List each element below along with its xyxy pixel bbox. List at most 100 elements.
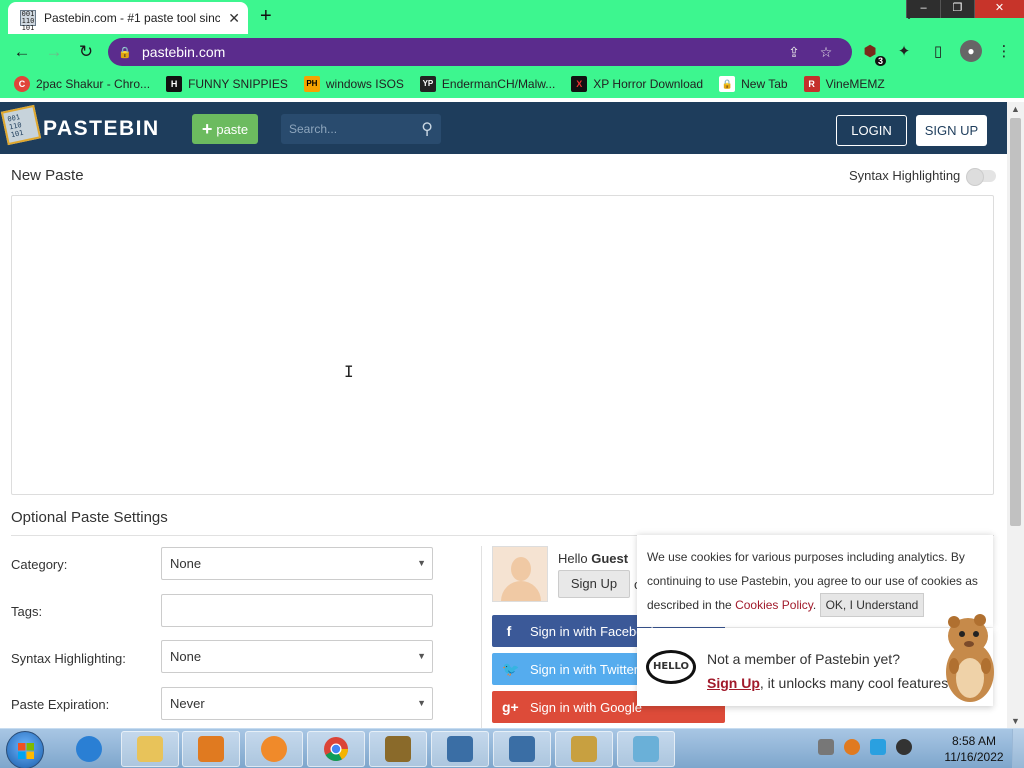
toggle-switch[interactable] — [966, 167, 997, 186]
taskbar-clock[interactable]: 8:58 AM 11/16/2022 — [944, 733, 1004, 765]
paste-button-label: paste — [216, 121, 249, 137]
volume-icon[interactable] — [896, 739, 912, 755]
menu-kebab-icon[interactable]: ⋮ — [992, 42, 1016, 60]
plus-icon: + — [201, 118, 213, 139]
bookmark-xp-horror[interactable]: X XP Horror Download — [571, 76, 703, 92]
address-bar[interactable]: 🔒 pastebin.com ⇪ ☆ — [108, 38, 852, 66]
tray-app-icon[interactable] — [818, 739, 834, 755]
ph-logo-icon: PH — [303, 76, 320, 92]
page-scrollbar[interactable]: ▲ ▼ — [1007, 102, 1024, 728]
url-text[interactable]: pastebin.com — [142, 44, 778, 60]
category-select[interactable]: None ▼ — [161, 547, 433, 580]
chrome-icon — [324, 737, 348, 762]
extension-icon[interactable]: ⬢ 3 — [858, 42, 886, 66]
paste-textarea[interactable] — [11, 195, 994, 495]
new-paste-button[interactable]: + paste — [192, 114, 258, 144]
windows-taskbar: 8:58 AM 11/16/2022 — [0, 728, 1024, 768]
new-tab-icon[interactable]: + — [260, 5, 272, 27]
close-tab-icon[interactable]: ✕ — [228, 10, 240, 27]
box-app-icon — [385, 736, 411, 762]
member-signup-link[interactable]: Sign Up — [707, 675, 760, 691]
h-logo-icon: H — [166, 76, 183, 92]
internet-explorer-icon — [76, 736, 102, 762]
bookmark-star-icon[interactable]: ☆ — [810, 44, 842, 61]
guest-signup-button[interactable]: Sign Up — [558, 570, 630, 598]
lock-page-icon: 🔒 — [719, 76, 736, 92]
x-logo-icon: X — [571, 76, 588, 92]
taskbar-uc-browser[interactable] — [245, 731, 303, 767]
bookmark-endermanch[interactable]: YP EndermanCH/Malw... — [419, 76, 555, 92]
cookie-ok-button[interactable]: OK, I Understand — [819, 593, 925, 617]
maximize-button[interactable]: ❐ — [940, 0, 974, 18]
taskbar-internet-explorer[interactable] — [60, 731, 118, 767]
puzzle-extensions-icon[interactable]: ✦ — [892, 42, 916, 60]
guest-name: Guest — [591, 551, 629, 566]
system-tray — [818, 739, 912, 755]
hamster-mascot-icon — [946, 614, 994, 702]
bookmark-windows-isos[interactable]: PH windows ISOS — [303, 76, 404, 92]
minimize-button[interactable]: – — [906, 0, 940, 18]
bookmark-2pac[interactable]: C 2pac Shakur - Chro... — [14, 76, 150, 92]
taskbar-file-explorer[interactable] — [121, 731, 179, 767]
back-arrow-icon[interactable]: ← — [6, 42, 38, 62]
side-panel-icon[interactable]: ▯ — [926, 42, 950, 60]
taskbar-document-viewer-2[interactable] — [493, 731, 551, 767]
tray-search-icon[interactable] — [844, 739, 860, 755]
syntax-highlighting-select[interactable]: None ▼ — [161, 640, 433, 673]
taskbar-notepad[interactable] — [617, 731, 675, 767]
bookmark-label: FUNNY SNIPPIES — [188, 77, 288, 91]
twitter-label: Sign in with Twitter — [530, 661, 639, 677]
new-paste-title: New Paste — [11, 167, 84, 184]
taskbar-lantern-app[interactable] — [555, 731, 613, 767]
syntax-highlighting-toggle[interactable]: Syntax Highlighting — [849, 167, 997, 186]
search-placeholder: Search... — [289, 122, 338, 136]
bookmark-funny-snippies[interactable]: H FUNNY SNIPPIES — [166, 76, 288, 92]
close-window-button[interactable]: ✕ — [974, 0, 1024, 18]
chevron-down-icon: ▼ — [417, 558, 426, 568]
taskbar-document-viewer-1[interactable] — [431, 731, 489, 767]
taskbar-chrome[interactable] — [307, 731, 365, 767]
extension-badge: 3 — [874, 56, 886, 66]
clock-time: 8:58 AM — [951, 734, 997, 748]
show-desktop-button[interactable] — [1012, 729, 1024, 768]
pastebin-favicon-icon: 001 110 101 — [20, 10, 36, 32]
taskbar-media-player[interactable] — [182, 731, 240, 767]
signup-button[interactable]: SIGN UP — [916, 115, 987, 146]
chevron-down-icon: ▼ — [417, 698, 426, 708]
pastebin-header: 001 110 101 PASTEBIN + paste Search... ⚲… — [0, 102, 1007, 154]
browser-tab-bar: 001 110 101 Pastebin.com - #1 paste tool… — [0, 0, 1024, 34]
scrollbar-thumb[interactable] — [1010, 118, 1021, 526]
forward-arrow-icon[interactable]: → — [38, 42, 70, 62]
search-icon[interactable]: ⚲ — [421, 119, 433, 139]
member-question: Not a member of Pastebin yet? — [707, 651, 900, 667]
chevron-down-icon: ▼ — [417, 651, 426, 661]
lock-icon[interactable]: 🔒 — [118, 46, 142, 59]
document-icon — [447, 736, 473, 762]
paste-expiration-label: Paste Expiration: — [11, 697, 110, 712]
taskbar-box-app[interactable] — [369, 731, 427, 767]
pastebin-logo-text[interactable]: PASTEBIN — [43, 117, 160, 141]
member-cta: Sign Up, it unlocks many cool features! — [707, 675, 952, 691]
network-icon[interactable] — [870, 739, 886, 755]
google-plus-icon: g+ — [502, 699, 519, 715]
share-icon[interactable]: ⇪ — [778, 44, 810, 61]
tags-input[interactable] — [161, 594, 433, 627]
reload-icon[interactable]: ↻ — [70, 42, 102, 62]
search-input[interactable]: Search... ⚲ — [281, 114, 441, 144]
start-button[interactable] — [6, 731, 44, 768]
profile-avatar-icon[interactable]: ● — [960, 40, 982, 62]
scroll-down-icon[interactable]: ▼ — [1007, 716, 1024, 726]
login-button[interactable]: LOGIN — [836, 115, 907, 146]
windows-flag-icon — [18, 743, 34, 759]
cookies-policy-link[interactable]: Cookies Policy — [735, 598, 813, 612]
pastebin-logo-icon[interactable]: 001 110 101 — [0, 104, 42, 146]
lantern-icon — [571, 736, 597, 762]
bookmark-vinememz[interactable]: R VineMEMZ — [803, 76, 885, 92]
bookmark-new-tab[interactable]: 🔒 New Tab — [719, 76, 788, 92]
browser-right-tools: ⬢ 3 ✦ ▯ ● ⋮ — [858, 40, 1016, 66]
browser-tab[interactable]: 001 110 101 Pastebin.com - #1 paste tool… — [8, 2, 248, 34]
bookmark-label: 2pac Shakur - Chro... — [36, 77, 151, 91]
paste-expiration-select[interactable]: Never ▼ — [161, 687, 433, 720]
tab-title: Pastebin.com - #1 paste tool since — [44, 11, 221, 25]
scroll-up-icon[interactable]: ▲ — [1007, 104, 1024, 114]
